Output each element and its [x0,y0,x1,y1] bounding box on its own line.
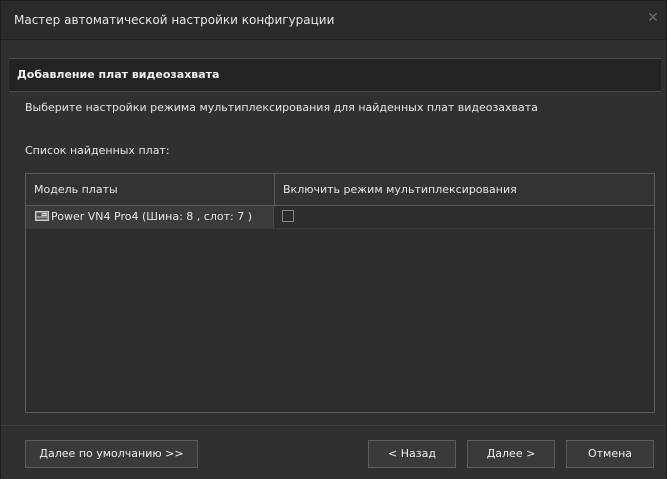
column-header-model[interactable]: Модель платы [34,183,118,196]
description-text: Выберите настройки режима мультиплексиро… [25,101,538,114]
section-header: Добавление плат видеозахвата [9,58,661,92]
title-bar: Мастер автоматической настройки конфигур… [1,1,666,40]
next-button[interactable]: Далее > [467,440,555,468]
board-model-name: Power VN4 Pro4 (Шина: 8 , слот: 7 ) [51,210,252,223]
wizard-window: Мастер автоматической настройки конфигур… [0,0,667,479]
back-button[interactable]: < Назад [368,440,456,468]
boards-table: Модель платы Включить режим мультиплекси… [25,173,655,413]
table-header: Модель платы Включить режим мультиплекси… [26,174,654,206]
window-title: Мастер автоматической настройки конфигур… [14,13,335,27]
table-row[interactable]: Power VN4 Pro4 (Шина: 8 , слот: 7 ) [26,206,654,229]
board-model-cell[interactable]: Power VN4 Pro4 (Шина: 8 , слот: 7 ) [26,206,274,228]
boards-list-label: Список найденных плат: [25,144,170,157]
column-divider[interactable] [274,174,275,205]
capture-board-icon [35,211,49,221]
default-next-button[interactable]: Далее по умолчанию >> [25,440,198,468]
section-title: Добавление плат видеозахвата [17,68,220,81]
cancel-button[interactable]: Отмена [566,440,654,468]
multiplex-checkbox[interactable] [282,210,294,222]
close-icon[interactable]: ✕ [644,9,662,27]
button-bar: Далее по умолчанию >> < Назад Далее > От… [1,425,666,479]
column-header-multiplex[interactable]: Включить режим мультиплексирования [283,183,517,196]
